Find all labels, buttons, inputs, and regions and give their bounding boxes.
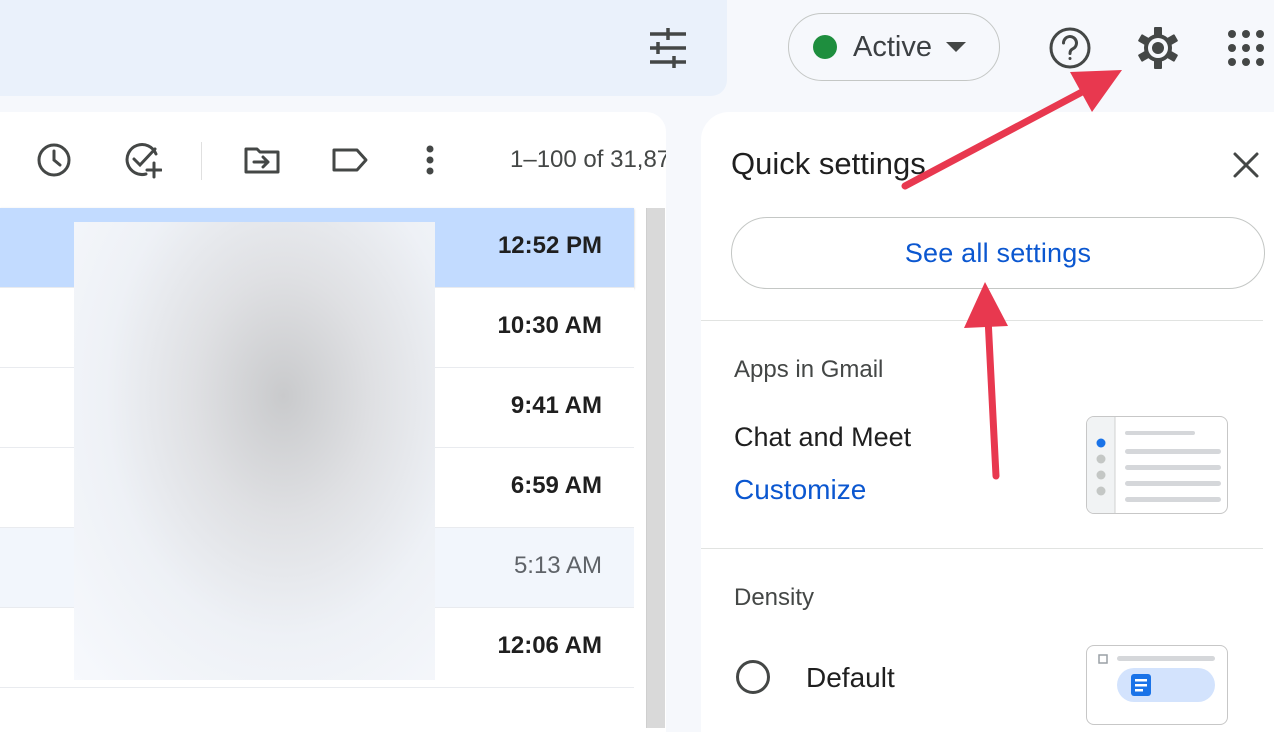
redacted-content — [74, 222, 435, 680]
density-default-radio[interactable] — [736, 660, 770, 694]
apps-in-gmail-heading: Apps in Gmail — [734, 356, 884, 383]
chat-and-meet-label: Chat and Meet — [734, 422, 912, 452]
mail-panel: 1–100 of 31,874 12:52 PM 10:30 AM 9:41 AM 6… — [0, 112, 666, 732]
add-task-icon[interactable] — [122, 140, 163, 180]
quick-settings-panel: Quick settings See all settings Apps in … — [701, 112, 1274, 732]
mail-time: 9:41 AM — [510, 392, 602, 419]
density-default-label: Default — [806, 662, 895, 693]
mail-time: 6:59 AM — [510, 472, 602, 499]
move-to-icon[interactable] — [242, 140, 282, 180]
divider — [701, 320, 1263, 321]
label-icon[interactable] — [330, 140, 370, 180]
toolbar-divider — [201, 142, 202, 180]
mail-time: 10:30 AM — [497, 312, 602, 339]
status-dropdown[interactable]: Active — [788, 13, 1000, 81]
chat-meet-thumbnail — [1086, 416, 1228, 514]
status-label: Active — [853, 30, 932, 63]
quick-settings-title: Quick settings — [731, 146, 926, 181]
help-icon[interactable] — [1048, 26, 1092, 70]
filter-icon[interactable] — [644, 24, 692, 72]
close-icon[interactable] — [1231, 150, 1261, 180]
density-heading: Density — [734, 584, 815, 611]
mail-time: 5:13 AM — [513, 552, 602, 579]
apps-grid-icon[interactable] — [1224, 26, 1268, 70]
density-default-thumbnail — [1086, 645, 1228, 725]
gear-icon[interactable] — [1134, 24, 1182, 72]
mail-time: 12:06 AM — [497, 632, 602, 659]
status-dot — [813, 35, 837, 59]
scrollbar[interactable] — [646, 208, 665, 728]
caret-down-icon — [945, 42, 966, 52]
search-bar[interactable] — [0, 0, 727, 96]
see-all-settings-button[interactable]: See all settings — [731, 217, 1265, 289]
more-vert-icon[interactable] — [410, 140, 450, 180]
customize-link[interactable]: Customize — [734, 474, 866, 506]
divider — [701, 548, 1263, 549]
mail-time: 12:52 PM — [497, 232, 602, 259]
page-count: 1–100 of 31,874 — [510, 146, 666, 173]
snooze-icon[interactable] — [34, 140, 74, 180]
